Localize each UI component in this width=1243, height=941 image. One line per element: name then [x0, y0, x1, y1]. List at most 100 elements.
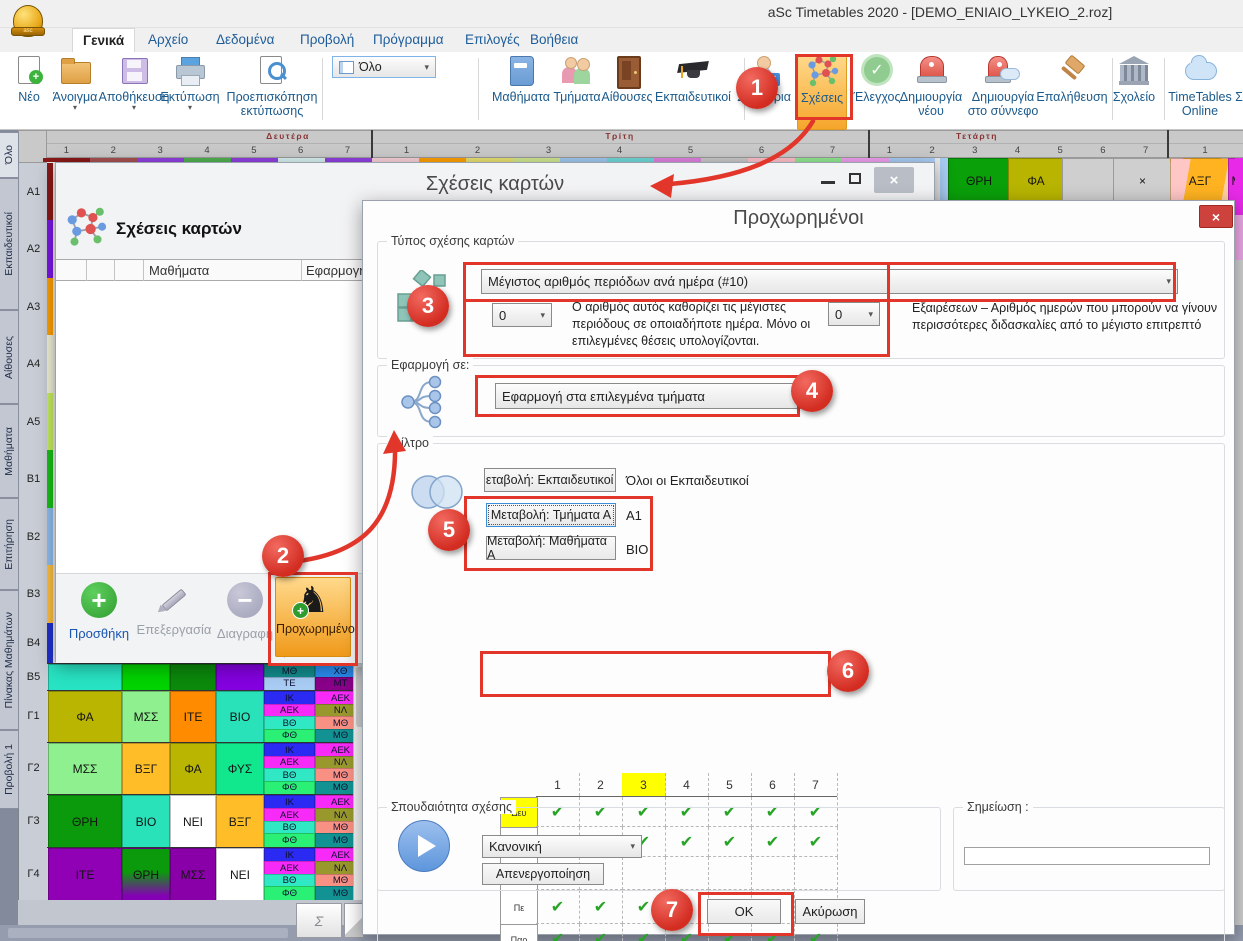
row-header-A5[interactable]: A5 — [18, 393, 49, 451]
period-number[interactable]: 7 — [830, 145, 835, 156]
row-header-Γ2[interactable]: Γ2 — [18, 742, 49, 795]
timetable-cell[interactable] — [940, 158, 948, 202]
timetable-cell[interactable] — [216, 664, 264, 691]
period-number[interactable]: 4 — [1015, 145, 1020, 156]
teachers-button[interactable]: Εκπαιδευτικοί — [651, 54, 735, 128]
row-header-Γ1[interactable]: Γ1 — [18, 690, 49, 743]
period-number[interactable]: 6 — [759, 145, 764, 156]
advanced-button[interactable]: ♞ + Προχωρημένοι — [275, 577, 351, 657]
row-header-Γ3[interactable]: Γ3 — [18, 794, 49, 848]
timetable-cell[interactable]: ΦΑ — [48, 691, 122, 743]
add-relation-button[interactable]: + Προσθήκη — [68, 580, 130, 658]
column-header-subjects[interactable]: Μαθήματα — [149, 263, 209, 278]
period-number[interactable]: 1 — [1202, 145, 1207, 156]
menu-tab-schedule[interactable]: Πρόγραμμα — [363, 28, 454, 52]
period-number[interactable]: 1 — [64, 145, 69, 156]
grid-cell[interactable]: ✔ — [579, 890, 623, 924]
importance-combobox[interactable]: Κανονική▾ — [482, 835, 642, 858]
timetable-cell[interactable]: ΙΤΕ — [170, 691, 216, 743]
timetable-cell[interactable]: ΒΙΟ — [216, 691, 264, 743]
menu-tab-options[interactable]: Επιλογές — [455, 28, 530, 52]
print-preview-button[interactable]: Προεπισκόπηση εκτύπωσης — [224, 54, 320, 128]
timetable-mini-cell[interactable]: ΦΘ — [264, 886, 315, 901]
period-number[interactable]: 3 — [972, 145, 977, 156]
classrooms-button[interactable]: Αίθουσες — [599, 54, 655, 128]
new-button[interactable]: + Νέο — [8, 54, 50, 128]
row-header-B1[interactable]: B1 — [18, 450, 49, 509]
period-number[interactable]: 3 — [157, 145, 162, 156]
timetable-cell[interactable]: ΒΞΓ — [216, 795, 264, 848]
ok-button[interactable]: OK — [707, 899, 781, 924]
subjects-button[interactable]: Μαθήματα — [488, 54, 554, 128]
grid-day-label-Πε[interactable]: Πε — [500, 890, 538, 925]
side-tab-5[interactable]: Επιτήρηση — [0, 498, 19, 590]
grid-column-header[interactable]: 4 — [665, 773, 709, 796]
timetable-cell[interactable]: ΘΡΗ — [122, 848, 170, 901]
menu-tab-file[interactable]: Αρχείο — [138, 28, 198, 52]
timetable-cell[interactable]: ΦΑ — [170, 743, 216, 795]
period-number[interactable]: 4 — [617, 145, 622, 156]
grid-cell[interactable]: ✔ — [794, 924, 838, 941]
row-header-B5[interactable]: B5 — [18, 663, 49, 691]
menu-tab-data[interactable]: Δεδομένα — [206, 28, 284, 52]
period-number[interactable]: 2 — [929, 145, 934, 156]
row-header-B3[interactable]: B3 — [18, 565, 49, 624]
timetable-cell[interactable] — [1062, 158, 1115, 204]
timetable-cell[interactable]: ΜΣΣ — [170, 848, 216, 901]
maximize-icon[interactable] — [849, 173, 861, 184]
timetable-mini-cell[interactable]: ΦΘ — [264, 729, 315, 744]
timetable-cell[interactable]: ΙΤΕ — [48, 848, 122, 901]
timetable-cell[interactable]: ΜΣΣ — [48, 743, 122, 795]
timetable-cell[interactable]: ΦΥΣ — [216, 743, 264, 795]
period-number[interactable]: 7 — [345, 145, 350, 156]
close-icon[interactable]: × — [1199, 205, 1233, 228]
timetable-cell[interactable]: ΦΑ — [1008, 158, 1064, 204]
timetable-mini-cell[interactable]: ΦΘ — [264, 781, 315, 796]
timetable-mini-cell[interactable]: ΤΕ — [264, 677, 315, 692]
column-header-apply[interactable]: Εφαρμογή — [306, 263, 366, 278]
timetable-cell[interactable]: ΝΕΙ — [216, 848, 264, 901]
edit-relation-button[interactable]: Επεξεργασία — [134, 580, 214, 658]
grid-column-header[interactable]: 3 — [622, 773, 666, 796]
verification-button[interactable]: Επαλήθευση — [1036, 54, 1108, 128]
timetable-cell[interactable] — [170, 664, 216, 691]
print-button[interactable]: Εκτύπωση▾ — [158, 54, 222, 128]
side-tab-1[interactable]: Όλο — [0, 132, 19, 178]
view-filter-combobox[interactable]: Όλο ▾ — [332, 56, 436, 78]
period-number[interactable]: 5 — [688, 145, 693, 156]
timetable-cell[interactable]: ΑΞΓ — [1170, 158, 1230, 204]
timetable-cell[interactable]: ΘΡΗ — [48, 795, 122, 848]
grid-column-header[interactable]: 2 — [579, 773, 623, 796]
period-number[interactable]: 2 — [475, 145, 480, 156]
period-number[interactable]: 5 — [1058, 145, 1063, 156]
grid-day-label-Παρ[interactable]: Παρ — [500, 924, 538, 941]
period-number[interactable]: 3 — [546, 145, 551, 156]
close-icon[interactable]: × — [874, 167, 914, 193]
period-number[interactable]: 1 — [887, 145, 892, 156]
grid-cell[interactable]: ✔ — [536, 924, 580, 941]
grid-cell[interactable]: ✔ — [536, 890, 580, 924]
page-curl-icon[interactable] — [344, 903, 364, 938]
max-periods-combobox[interactable]: 0▾ — [492, 303, 552, 327]
disable-button[interactable]: Απενεργοποίηση — [482, 863, 604, 885]
menu-tab-view[interactable]: Προβολή — [290, 28, 364, 52]
minimize-icon[interactable] — [821, 181, 835, 184]
timetable-cell[interactable]: × — [1113, 158, 1172, 204]
timetable-cell[interactable]: ΘΡΗ — [948, 158, 1010, 204]
period-number[interactable]: 1 — [404, 145, 409, 156]
delete-relation-button[interactable]: − Διαγραφή — [214, 580, 276, 658]
grid-cell[interactable]: ✔ — [579, 924, 623, 941]
timetable-cell[interactable]: ΝΕΙ — [170, 795, 216, 848]
grid-column-header[interactable]: 6 — [751, 773, 795, 796]
period-number[interactable]: 2 — [111, 145, 116, 156]
timetable-cell[interactable] — [48, 664, 122, 691]
classes-button[interactable]: Τμήματα — [549, 54, 605, 128]
relations-button[interactable]: Σχέσεις — [797, 54, 847, 130]
cancel-button[interactable]: Ακύρωση — [795, 899, 865, 924]
grid-column-header[interactable]: 5 — [708, 773, 752, 796]
side-tab-4[interactable]: Μαθήματα — [0, 404, 19, 498]
row-header-B2[interactable]: B2 — [18, 508, 49, 566]
timetable-cell[interactable]: ΜΣΣ — [122, 691, 170, 743]
generate-new-button[interactable]: Δημιουργία νέου — [896, 54, 966, 128]
row-header-Γ4[interactable]: Γ4 — [18, 847, 49, 901]
